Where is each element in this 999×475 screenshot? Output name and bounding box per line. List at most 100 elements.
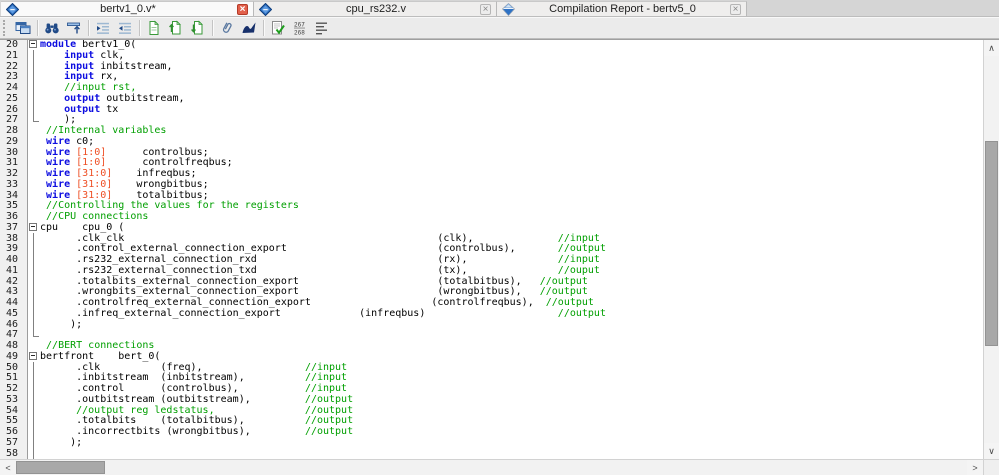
code-line: 26 output tx <box>0 104 983 116</box>
goto-line-icon[interactable] <box>64 19 84 37</box>
fold-guide <box>28 169 40 180</box>
insert-template-icon[interactable] <box>239 19 259 37</box>
code-text[interactable]: ); <box>40 319 82 331</box>
indent-icon[interactable] <box>93 19 113 37</box>
fold-guide <box>28 427 40 438</box>
line-number: 58 <box>0 448 28 459</box>
line-number: 25 <box>0 93 28 105</box>
fold-guide <box>28 72 40 83</box>
scrollbar-corner <box>983 459 999 475</box>
fold-guide <box>28 93 40 105</box>
line-endings-icon[interactable] <box>312 19 332 37</box>
next-bookmark-icon[interactable] <box>166 19 186 37</box>
code-rows: 20 module bertv1_0(21 input clk, 22 input … <box>0 40 983 459</box>
horizontal-scroll-track[interactable] <box>16 460 967 475</box>
scroll-right-icon[interactable]: > <box>967 460 983 475</box>
attach-icon[interactable] <box>217 19 237 37</box>
tab-label: bertv1_0.v* <box>100 3 156 15</box>
fold-toggle-icon[interactable] <box>28 40 40 51</box>
fold-guide <box>28 308 40 320</box>
fold-guide <box>28 341 40 352</box>
tab-label: Compilation Report - bertv5_0 <box>549 3 696 15</box>
tab-compilation-report[interactable]: Compilation Report - bertv5_0 × <box>497 1 747 16</box>
code-line: 23 input rx, <box>0 71 983 83</box>
tab-bar: bertv1_0.v* × cpu_rs232.v × Compilation … <box>0 0 999 17</box>
fold-guide <box>28 265 40 277</box>
previous-bookmark-icon[interactable] <box>188 19 208 37</box>
fold-guide <box>28 276 40 288</box>
svg-text:267: 267 <box>294 22 305 29</box>
code-editor: 20 module bertv1_0(21 input clk, 22 input … <box>0 39 999 475</box>
code-text[interactable]: ); <box>40 437 82 449</box>
close-tab-icon[interactable]: × <box>237 3 248 15</box>
fold-guide <box>28 212 40 223</box>
vertical-scrollbar[interactable]: ∧ ∨ <box>983 40 999 459</box>
code-line: 28 //Internal variables <box>0 125 983 137</box>
fold-guide <box>28 158 40 169</box>
editor-window-icon[interactable] <box>13 19 33 37</box>
goto-line-number-icon[interactable]: 267 268 <box>290 19 310 37</box>
fold-guide <box>28 233 40 245</box>
horizontal-scroll-thumb[interactable] <box>16 461 105 474</box>
vertical-scroll-thumb[interactable] <box>985 141 998 346</box>
fold-guide <box>28 191 40 202</box>
scroll-up-icon[interactable]: ∧ <box>984 40 999 56</box>
horizontal-scrollbar[interactable]: < > <box>0 459 983 475</box>
fold-guide <box>28 201 40 212</box>
code-line: 37 cpu cpu_0 ( <box>0 222 983 234</box>
fold-guide <box>28 50 40 62</box>
line-number: 21 <box>0 50 28 62</box>
code-line: 20 module bertv1_0( <box>0 40 983 51</box>
editor-window: bertv1_0.v* × cpu_rs232.v × Compilation … <box>0 0 999 475</box>
outdent-icon[interactable] <box>115 19 135 37</box>
line-number: 53 <box>0 394 28 406</box>
fold-guide <box>28 448 40 459</box>
fold-guide <box>28 83 40 94</box>
code-line: 25 output outbitstream, <box>0 93 983 105</box>
toolbar-separator <box>37 20 38 36</box>
line-number: 49 <box>0 351 28 363</box>
close-tab-icon[interactable]: × <box>730 3 741 15</box>
editor-toolbar: 267 268 <box>0 17 999 39</box>
fold-guide <box>28 373 40 384</box>
toolbar-separator <box>212 20 213 36</box>
scroll-left-icon[interactable]: < <box>0 460 16 475</box>
code-line: 22 input inbitstream, <box>0 61 983 73</box>
fold-guide <box>28 416 40 427</box>
code-line: 57 ); <box>0 437 983 449</box>
code-line: 58 <box>0 448 983 459</box>
code-line: 46 ); <box>0 319 983 331</box>
toolbar-separator <box>263 20 264 36</box>
fold-guide <box>28 148 40 159</box>
tab-bertv1_0[interactable]: bertv1_0.v* × <box>1 1 254 16</box>
scroll-down-icon[interactable]: ∨ <box>984 443 999 459</box>
fold-guide <box>28 61 40 73</box>
fold-toggle-icon[interactable] <box>28 222 40 234</box>
toolbar-drag-handle[interactable] <box>3 20 8 36</box>
fold-guide <box>28 180 40 191</box>
fold-guide <box>28 287 40 298</box>
fold-guide <box>28 437 40 449</box>
line-number: 45 <box>0 308 28 320</box>
fold-guide <box>28 394 40 406</box>
code-line: 36 //CPU connections <box>0 211 983 223</box>
code-viewport[interactable]: 20 module bertv1_0(21 input clk, 22 input … <box>0 40 983 459</box>
code-text[interactable]: .infreq_external_connection_export (infr… <box>40 308 606 320</box>
fold-guide <box>28 405 40 417</box>
find-icon[interactable] <box>42 19 62 37</box>
toolbar-separator <box>88 20 89 36</box>
insert-bookmark-icon[interactable] <box>144 19 164 37</box>
code-line: 56 .incorrectbits (wrongbitbus), //outpu… <box>0 426 983 438</box>
vertical-scroll-track[interactable] <box>984 56 999 443</box>
close-tab-icon[interactable]: × <box>480 3 491 15</box>
fold-toggle-icon[interactable] <box>28 351 40 363</box>
hdl-file-icon <box>6 2 19 16</box>
tab-label: cpu_rs232.v <box>346 3 406 15</box>
svg-text:268: 268 <box>294 30 305 37</box>
code-text[interactable]: .incorrectbits (wrongbitbus), //output <box>40 426 353 438</box>
tab-cpu-rs232[interactable]: cpu_rs232.v × <box>254 1 497 16</box>
fold-guide <box>28 319 40 331</box>
fold-guide <box>28 298 40 309</box>
check-syntax-icon[interactable] <box>268 19 288 37</box>
fold-guide <box>28 255 40 266</box>
